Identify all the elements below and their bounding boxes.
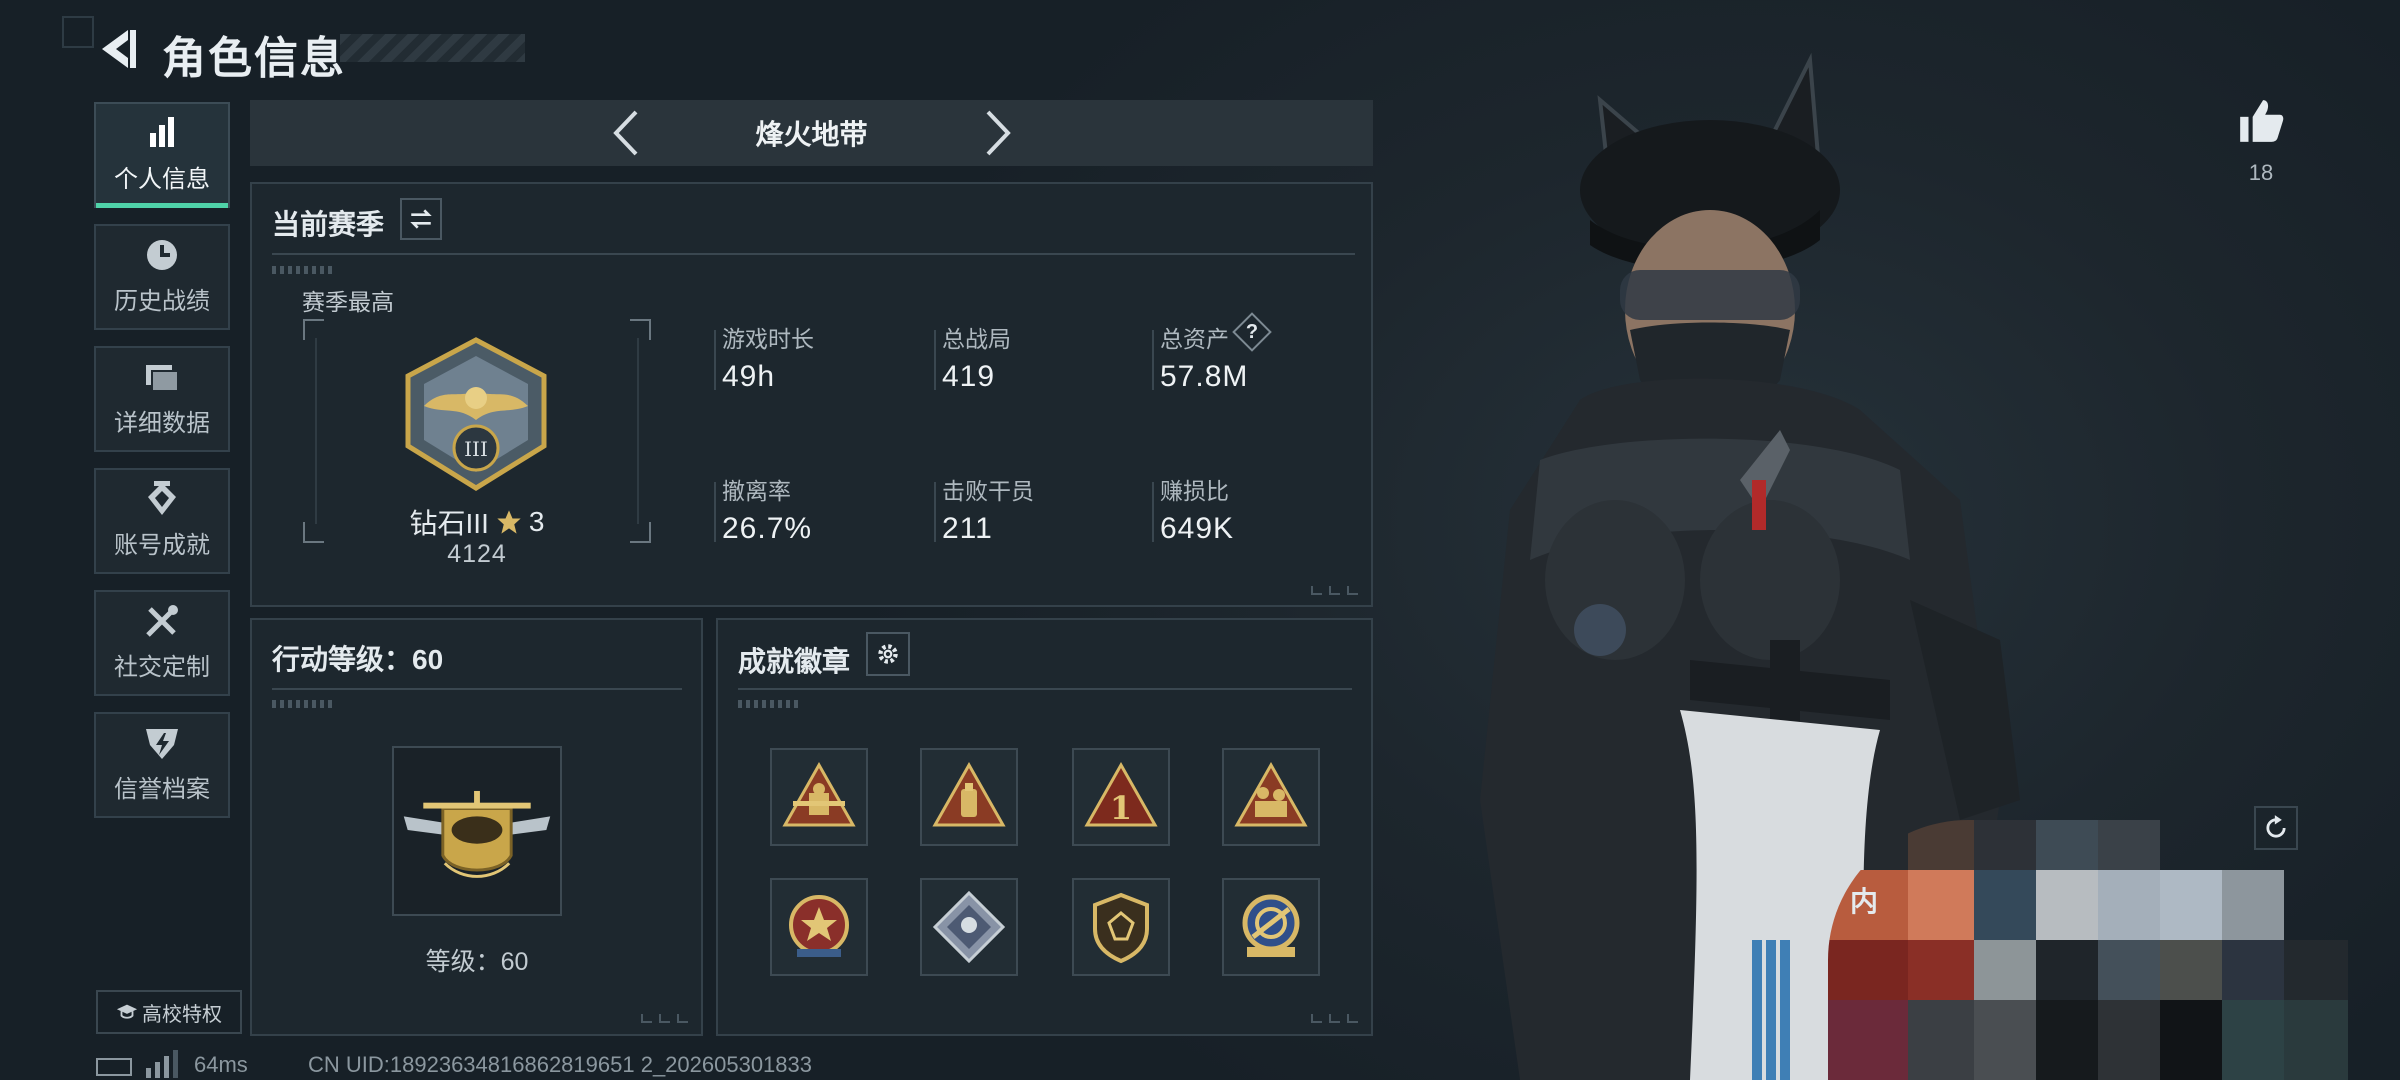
- graduation-cap-icon: [116, 1004, 138, 1019]
- signal-icon: [146, 1050, 178, 1078]
- bar-chart-icon: [150, 117, 174, 147]
- battery-icon: [96, 1058, 132, 1076]
- stat-value-extraction-rate: 26.7%: [722, 512, 813, 545]
- campus-privilege-button[interactable]: 高校特权: [96, 990, 242, 1034]
- action-level-title: 行动等级：60: [272, 644, 444, 675]
- triangle-soldier-badge-icon: [782, 761, 856, 827]
- season-switch-button[interactable]: [400, 198, 442, 240]
- folder-icon: [146, 365, 179, 392]
- diamond-rank-emblem-icon: III: [405, 337, 547, 491]
- sidebar-item-label: 历史战绩: [114, 288, 210, 315]
- stat-label-extraction-rate: 撤离率: [722, 478, 791, 504]
- panel-corner-decoration: [1311, 1014, 1358, 1023]
- sidebar-item-achievements[interactable]: 账号成就: [94, 468, 230, 574]
- helicopter-emblem-icon: [403, 790, 551, 878]
- rank-score: 4124: [447, 540, 507, 568]
- round-gold-badge-icon: [1242, 894, 1300, 957]
- rank-name: 钻石III: [409, 508, 489, 539]
- back-arrow-icon[interactable]: [96, 26, 140, 72]
- campus-privilege-label: 高校特权: [142, 1003, 222, 1026]
- achievement-badge[interactable]: [1072, 878, 1170, 976]
- season-best-label: 赛季最高: [302, 289, 394, 315]
- sidebar-item-detailed-data[interactable]: 详细数据: [94, 346, 230, 452]
- achievement-badge[interactable]: [920, 878, 1018, 976]
- uid-text: CN UID:18923634816862819651 2_2026053018…: [308, 1052, 813, 1077]
- likes-count: 18: [2248, 160, 2274, 185]
- stat-label-operators-defeated: 击败干员: [942, 478, 1034, 504]
- stat-label-playtime: 游戏时长: [722, 326, 814, 352]
- action-divider: [272, 688, 682, 690]
- swap-icon: [410, 209, 432, 229]
- page-title: 角色信息: [162, 34, 346, 83]
- sidebar-item-label: 信誉档案: [114, 776, 210, 803]
- sidebar-item-label: 社交定制: [114, 654, 210, 681]
- achievements-title: 成就徽章: [738, 646, 851, 677]
- stat-value-assets: 57.8M: [1160, 360, 1249, 393]
- stat-tick: [714, 330, 716, 390]
- achievement-badge[interactable]: [1222, 748, 1320, 846]
- decor-lines: [738, 700, 798, 708]
- stat-tick: [1152, 482, 1154, 542]
- triangle-one-badge-icon: 1: [1084, 761, 1158, 827]
- stat-label-matches: 总战局: [942, 326, 1011, 352]
- chevron-left-icon[interactable]: [606, 108, 646, 158]
- clock-icon: [147, 240, 177, 270]
- stat-tick: [1152, 330, 1154, 390]
- stat-value-operators-defeated: 211: [942, 512, 993, 545]
- round-star-badge-icon: [789, 895, 849, 957]
- partial-text: 内: [1850, 886, 1879, 917]
- decor-lines: [272, 700, 332, 708]
- sidebar-item-label: 个人信息: [114, 166, 210, 193]
- decor-lines: [272, 266, 332, 274]
- sidebar-item-history[interactable]: 历史战绩: [94, 224, 230, 330]
- panel-corner-decoration: [641, 1014, 688, 1023]
- stat-tick: [934, 330, 936, 390]
- title-stripe-decoration: [340, 34, 525, 62]
- shield-emblem-badge-icon: [1093, 892, 1149, 964]
- sidebar-item-personal-info[interactable]: 个人信息: [94, 102, 230, 208]
- season-title: 当前赛季: [272, 209, 385, 240]
- achievement-badge[interactable]: [920, 748, 1018, 846]
- achievement-badge[interactable]: [1222, 878, 1320, 976]
- star-icon: [497, 510, 521, 534]
- help-icon-glyph: ?: [1245, 321, 1259, 343]
- stat-label-assets: 总资产: [1160, 326, 1229, 352]
- pixelated-privacy-overlay: [1828, 820, 2348, 1080]
- sidebar-item-reputation[interactable]: 信誉档案: [94, 712, 230, 818]
- shield-icon: [146, 729, 178, 759]
- achievement-badge[interactable]: [770, 748, 868, 846]
- gear-icon: [878, 644, 898, 664]
- rank-line: 钻石III 3: [402, 502, 552, 542]
- tools-icon: [146, 605, 178, 637]
- season-divider: [272, 253, 1355, 255]
- chevron-right-icon[interactable]: [978, 108, 1018, 158]
- stat-value-profit-ratio: 649K: [1160, 512, 1235, 545]
- triangle-bottle-badge-icon: [932, 761, 1006, 827]
- thumbs-up-icon[interactable]: [2236, 96, 2286, 146]
- rank-stars: 3: [528, 506, 545, 537]
- stat-label-profit-ratio: 赚损比: [1160, 478, 1229, 504]
- stat-tick: [714, 482, 716, 542]
- level-emblem-frame: [392, 746, 562, 916]
- achievement-badge[interactable]: [770, 878, 868, 976]
- achievement-badge[interactable]: 1: [1072, 748, 1170, 846]
- sidebar-item-social[interactable]: 社交定制: [94, 590, 230, 696]
- svg-text:1: 1: [1110, 789, 1132, 827]
- corner-decoration: [62, 16, 94, 48]
- diamond-gear-badge-icon: [932, 890, 1006, 964]
- stat-value-playtime: 49h: [722, 360, 776, 393]
- panel-corner-decoration: [1311, 586, 1358, 595]
- mode-name: 烽火地带: [755, 119, 868, 150]
- achievements-settings-button[interactable]: [866, 632, 910, 676]
- sidebar-item-label: 详细数据: [114, 410, 210, 437]
- sidebar-item-label: 账号成就: [114, 532, 210, 559]
- stat-value-matches: 419: [942, 360, 996, 393]
- ping-text: 64ms: [194, 1052, 248, 1077]
- svg-text:III: III: [464, 437, 488, 461]
- triangle-squad-badge-icon: [1234, 761, 1308, 827]
- level-text: 等级：60: [425, 948, 529, 976]
- achievements-divider: [738, 688, 1352, 690]
- stat-tick: [934, 482, 936, 542]
- medal-icon: [148, 481, 176, 515]
